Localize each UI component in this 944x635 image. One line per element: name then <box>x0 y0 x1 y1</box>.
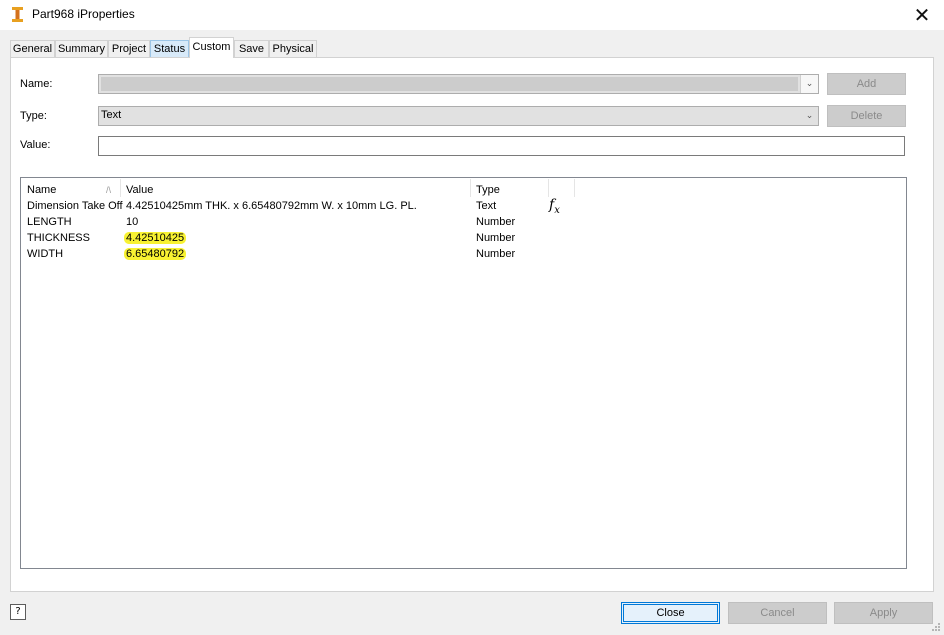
tab-project[interactable]: Project <box>108 40 150 57</box>
cancel-button[interactable]: Cancel <box>728 602 827 624</box>
column-divider[interactable] <box>548 179 549 197</box>
title-bar <box>0 0 944 30</box>
tab-physical[interactable]: Physical <box>269 40 317 57</box>
property-value-highlighted: 4.42510425 <box>124 232 187 244</box>
property-value: 10 <box>126 216 139 228</box>
column-header-name[interactable]: Name <box>27 182 56 198</box>
property-name: LENGTH <box>27 216 72 228</box>
add-button[interactable]: Add <box>827 73 906 95</box>
window-title: Part968 iProperties <box>32 7 135 21</box>
tab-status[interactable]: Status <box>150 40 189 57</box>
property-name: WIDTH <box>27 248 64 260</box>
tab-general[interactable]: General <box>10 40 55 57</box>
fx-x: x <box>554 204 560 216</box>
type-combobox[interactable]: Text ⌄ <box>98 106 819 126</box>
chevron-down-icon[interactable]: ⌄ <box>801 107 818 125</box>
property-value: 4.42510425mm THK. x 6.65480792mm W. x 10… <box>126 200 417 212</box>
column-divider[interactable] <box>574 179 575 197</box>
apply-button[interactable]: Apply <box>834 602 933 624</box>
close-button[interactable]: Close <box>621 602 720 624</box>
sort-ascending-icon: /\ <box>106 185 112 195</box>
chevron-down-icon[interactable]: ⌄ <box>800 75 818 93</box>
property-name: Dimension Take Off <box>27 200 123 212</box>
type-label: Type: <box>20 110 47 122</box>
tab-summary[interactable]: Summary <box>55 40 108 57</box>
inventor-part-icon <box>12 7 23 22</box>
property-type: Text <box>476 200 497 212</box>
help-icon[interactable]: ? <box>10 604 26 620</box>
resize-grip-icon[interactable] <box>930 621 940 631</box>
property-value-highlighted: 6.65480792 <box>124 248 187 260</box>
tab-custom[interactable]: Custom <box>189 37 234 58</box>
property-type: Number <box>476 216 516 228</box>
column-header-type[interactable]: Type <box>476 182 500 198</box>
property-type: Number <box>476 248 516 260</box>
column-divider[interactable] <box>120 179 121 197</box>
name-combobox[interactable]: ⌄ <box>98 74 819 94</box>
name-label: Name: <box>20 78 53 90</box>
custom-properties-list[interactable]: Name /\ Value Type Dimension Take Off 4.… <box>20 177 907 569</box>
close-window-icon[interactable]: ✕ <box>909 2 935 28</box>
column-divider[interactable] <box>470 179 471 197</box>
value-input[interactable] <box>98 136 905 156</box>
tab-save[interactable]: Save <box>234 40 269 57</box>
delete-button[interactable]: Delete <box>827 105 906 127</box>
column-header-value[interactable]: Value <box>126 182 153 198</box>
value-label: Value: <box>20 139 51 151</box>
property-type: Number <box>476 232 516 244</box>
formula-fx-icon[interactable]: fx <box>549 197 560 217</box>
type-value: Text <box>101 109 122 121</box>
property-name: THICKNESS <box>27 232 90 244</box>
name-value <box>101 77 798 91</box>
tab-strip: General Summary Project Status Custom Sa… <box>10 37 330 58</box>
